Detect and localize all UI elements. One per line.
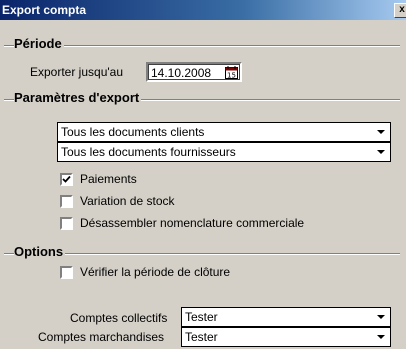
comptes-marchandises-label: Comptes marchandises: [38, 330, 165, 344]
export-date-value: 14.10.2008: [151, 66, 212, 80]
window-title: Export compta: [2, 3, 87, 17]
chevron-down-icon: [374, 310, 388, 324]
verifier-periode-checkbox[interactable]: [60, 266, 73, 279]
fournisseurs-documents-select[interactable]: Tous les documents fournisseurs: [57, 142, 391, 162]
comptes-marchandises-select[interactable]: Tester: [181, 327, 391, 347]
clients-documents-select[interactable]: Tous les documents clients: [57, 122, 391, 142]
chevron-down-icon: [374, 330, 388, 344]
svg-text:15: 15: [227, 72, 236, 80]
parametres-heading: Paramètres d'export: [14, 90, 142, 105]
fournisseurs-documents-value: Tous les documents fournisseurs: [61, 145, 236, 159]
periode-heading: Période: [14, 36, 64, 51]
variation-stock-checkbox[interactable]: [60, 195, 73, 208]
paiements-checkbox[interactable]: [60, 173, 73, 186]
comptes-marchandises-value: Tester: [185, 330, 218, 344]
chevron-down-icon: [374, 145, 388, 159]
close-button[interactable]: x: [394, 3, 406, 18]
comptes-collectifs-label: Comptes collectifs: [70, 311, 168, 325]
desassembler-checkbox[interactable]: [60, 217, 73, 230]
verifier-periode-label: Vérifier la période de clôture: [80, 265, 231, 279]
export-date-label: Exporter jusqu'au: [30, 65, 124, 79]
paiements-label: Paiements: [80, 172, 137, 186]
variation-stock-label: Variation de stock: [80, 194, 175, 208]
clients-documents-value: Tous les documents clients: [61, 125, 205, 139]
chevron-down-icon: [374, 125, 388, 139]
export-date-field[interactable]: 14.10.2008 15: [146, 62, 242, 82]
options-heading: Options: [14, 244, 66, 259]
comptes-collectifs-value: Tester: [185, 310, 218, 324]
comptes-collectifs-select[interactable]: Tester: [181, 307, 391, 327]
calendar-icon[interactable]: 15: [225, 66, 238, 80]
desassembler-label: Désassembler nomenclature commerciale: [80, 216, 305, 230]
title-bar: Export compta x: [0, 0, 406, 20]
